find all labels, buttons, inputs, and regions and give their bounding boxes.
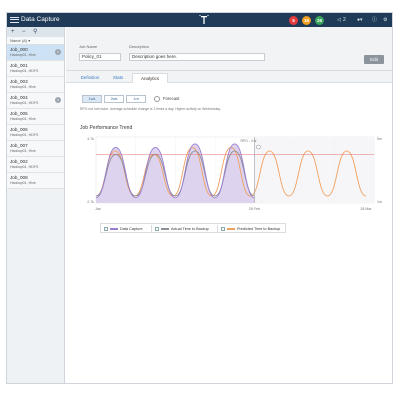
job-list: Job_000 Hadoop01, Hive 1 Job_001 Hadoop01, H…: [7, 45, 64, 189]
description-label: Description: [129, 44, 150, 49]
gear-icon[interactable]: ⚙: [383, 15, 387, 25]
job-source: Hadoop01, HDFS: [10, 133, 39, 137]
forecast-label: Forecast: [163, 96, 180, 101]
list-item[interactable]: Job_003 Hadoop01, Hive: [7, 77, 64, 93]
job-source: Hadoop01, Hive: [10, 181, 36, 185]
list-item[interactable]: Job_007 Hadoop01, Hive: [7, 141, 64, 157]
legend-checkbox[interactable]: [104, 227, 108, 231]
x-tick-label: 28 Mar: [360, 207, 372, 211]
range-2wk[interactable]: 2wk: [104, 95, 124, 103]
legend-checkbox[interactable]: [155, 227, 159, 231]
range-1wk[interactable]: 1wk: [82, 95, 102, 103]
job-source: Hadoop01, HDFS: [10, 165, 39, 169]
job-source: Hadoop01, Hive: [10, 149, 36, 153]
top-bar: Data Capture 5 15 26 ◁ 2 ●▾ ⓘ ⚙: [7, 13, 392, 27]
tab-definition[interactable]: Definition: [76, 73, 104, 83]
user-icon[interactable]: ●▾: [357, 15, 363, 25]
legend-swatch: [161, 228, 169, 230]
list-item[interactable]: Job_000 Hadoop01, Hive 1: [7, 45, 64, 61]
list-item[interactable]: Job_005 Hadoop01, Hive: [7, 109, 64, 125]
tab-bar: Definition Stats Analytics: [66, 71, 392, 83]
help-icon[interactable]: ⓘ: [372, 15, 377, 25]
legend-item-data-capture[interactable]: Data Capture: [104, 224, 143, 234]
legend-item-actual[interactable]: Actual Time to Backup: [155, 224, 209, 234]
success-badge[interactable]: 26: [315, 15, 324, 25]
description-field[interactable]: Description goes here.: [129, 53, 265, 61]
y-tick-right: 1m: [377, 200, 382, 204]
insights-note: RPO not met twice. Average schedule chan…: [80, 107, 221, 111]
sort-label: Name (A): [10, 38, 28, 43]
sort-dropdown[interactable]: Name (A) ▾: [7, 37, 64, 45]
legend-divider: [217, 225, 218, 233]
list-item[interactable]: Job_001 Hadoop01, HDFS: [7, 61, 64, 77]
list-item[interactable]: Job_004 Hadoop01, HDFS 1: [7, 93, 64, 109]
legend-swatch: [227, 228, 235, 230]
performance-chart: RPO - 4 hr 4.7k 2.7k 5m 1m Jan 28 Feb 28 Mar: [87, 136, 382, 211]
job-source: Hadoop01, Hive: [10, 85, 36, 89]
legend-label: Actual Time to Backup: [171, 227, 209, 231]
list-item[interactable]: Job_002 Hadoop01, HDFS: [7, 157, 64, 173]
main-panel: Job Name Policy_01 Description Descripti…: [66, 27, 392, 383]
chart-legend: Data Capture Actual Time to Backup Predi…: [100, 223, 286, 233]
notification-count: 2: [343, 17, 346, 23]
warning-badge[interactable]: 15: [302, 15, 311, 25]
job-source: Hadoop01, Hive: [10, 117, 36, 121]
list-item[interactable]: Job_006 Hadoop01, HDFS: [7, 125, 64, 141]
app-title: Data Capture: [21, 16, 60, 23]
legend-label: Predicted Time to Backup: [237, 227, 281, 231]
today-marker-handle[interactable]: [256, 144, 261, 150]
legend-divider: [151, 225, 152, 233]
job-alert-badge: 1: [55, 97, 61, 103]
plus-icon[interactable]: +: [11, 28, 15, 36]
y-tick-left: 2.7k: [87, 200, 94, 204]
list-item[interactable]: Job_008 Hadoop01, Hive: [7, 173, 64, 189]
search-icon[interactable]: ⚲: [33, 28, 37, 36]
y-tick-left: 4.7k: [87, 137, 94, 141]
app-window: Data Capture 5 15 26 ◁ 2 ●▾ ⓘ ⚙ + − ⚲ Na…: [6, 12, 393, 384]
edit-button[interactable]: Edit: [364, 55, 384, 64]
hamburger-icon[interactable]: [10, 15, 19, 24]
range-1m[interactable]: 1m: [126, 95, 146, 103]
legend-checkbox[interactable]: [221, 227, 225, 231]
error-badge[interactable]: 5: [289, 15, 298, 25]
job-header: Job Name Policy_01 Description Descripti…: [66, 27, 392, 71]
job-source: Hadoop01, HDFS: [10, 69, 39, 73]
y-tick-right: 5m: [377, 137, 382, 141]
job-alert-badge: 1: [55, 49, 61, 55]
megaphone-icon[interactable]: ◁: [337, 15, 341, 25]
x-tick-label: 28 Feb: [249, 207, 260, 211]
legend-item-predicted[interactable]: Predicted Time to Backup: [221, 224, 280, 234]
rpo-label: RPO - 4 hr: [240, 139, 257, 143]
job-name-field[interactable]: Policy_01: [79, 53, 121, 61]
legend-swatch: [110, 228, 118, 230]
job-name-label: Job Name: [79, 44, 98, 49]
tab-analytics[interactable]: Analytics: [132, 73, 168, 83]
job-sidebar: + − ⚲ Name (A) ▾ Job_000 Hadoop01, Hive 1 J…: [7, 27, 65, 383]
tab-stats[interactable]: Stats: [108, 73, 128, 83]
legend-label: Data Capture: [120, 227, 143, 231]
x-tick-label: Jan: [95, 207, 101, 211]
minus-icon[interactable]: −: [22, 28, 26, 36]
t-logo-icon: [199, 14, 209, 24]
forecast-radio[interactable]: [154, 96, 160, 102]
sidebar-toolbar: + − ⚲: [7, 27, 64, 37]
forecast-region: [254, 137, 374, 203]
